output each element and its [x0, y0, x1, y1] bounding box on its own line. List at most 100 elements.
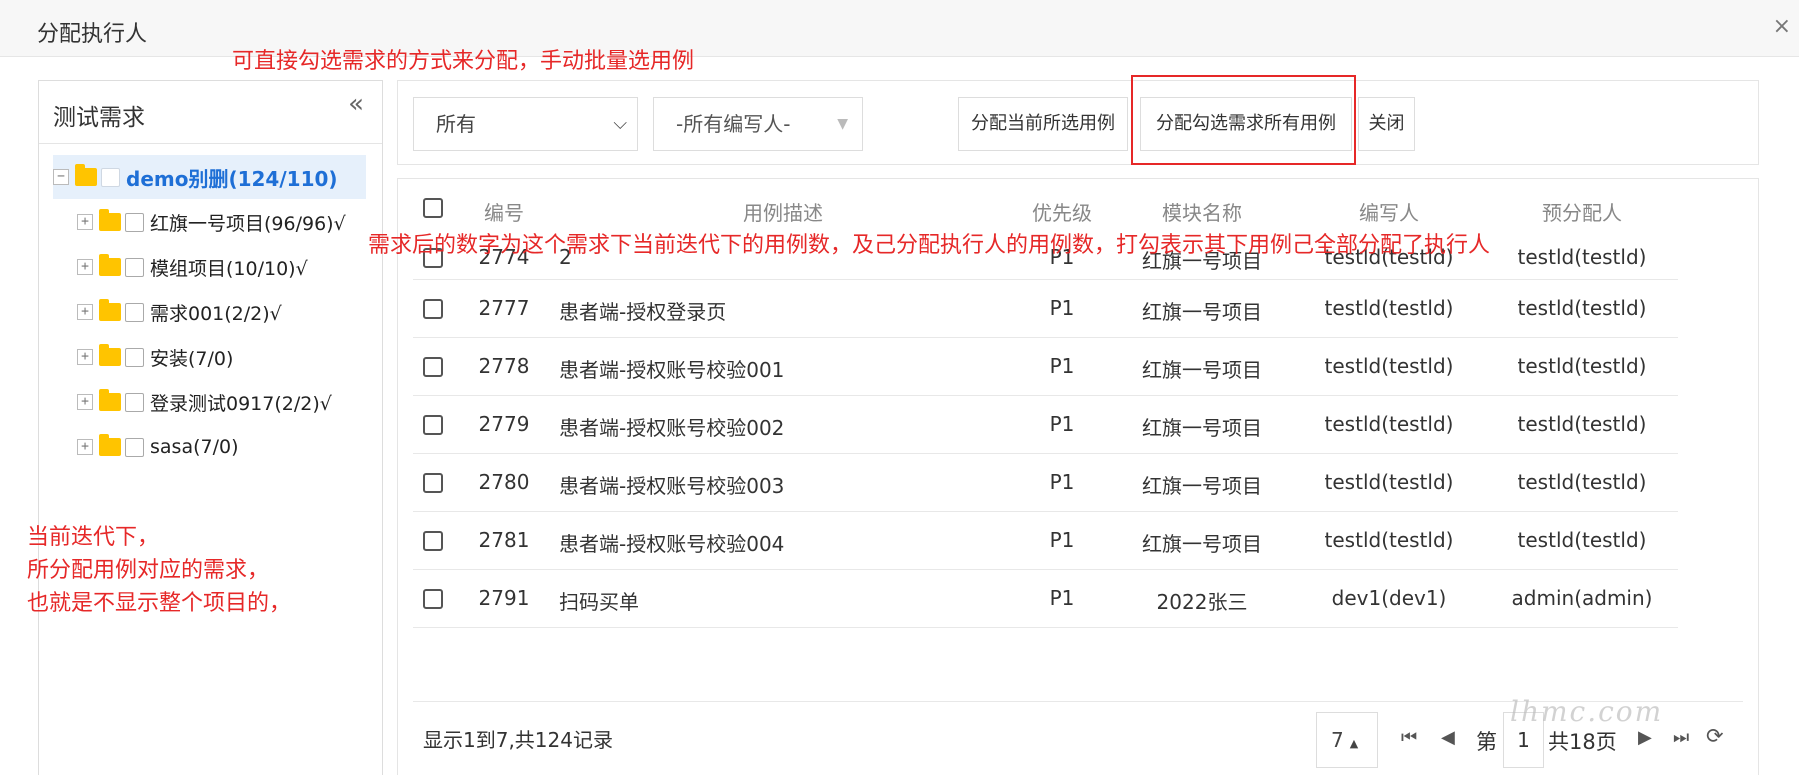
expand-toggle-icon[interactable]: + — [77, 259, 93, 275]
collapse-icon[interactable]: « — [348, 89, 364, 119]
requirements-panel: 测试需求 « − demo别删(124/110) + 红旗一号项目(96/96)… — [38, 80, 383, 775]
row-checkbox[interactable] — [423, 473, 443, 493]
cell-id: 2777 — [478, 296, 530, 320]
folder-icon — [99, 209, 121, 231]
cell-description: 患者端-授权账号校验002 — [559, 416, 785, 440]
folder-icon — [75, 164, 97, 186]
cell-author: testld(testld) — [1324, 528, 1454, 552]
tree-node[interactable]: + 需求001(2/2)√ — [77, 297, 282, 327]
cell-priority: P1 — [1049, 586, 1075, 610]
prev-page-icon[interactable]: ◀ — [1441, 727, 1455, 748]
tree-node-label[interactable]: 安装(7/0) — [150, 344, 233, 371]
caret-up-icon: ▲ — [1349, 737, 1359, 750]
refresh-icon[interactable]: ⟳ — [1706, 724, 1724, 748]
header-author[interactable]: 编写人 — [1359, 197, 1419, 226]
table-row[interactable]: 2779 患者端-授权账号校验002 P1 红旗一号项目 testld(test… — [413, 396, 1678, 454]
cell-preassignee: testld(testld) — [1517, 412, 1647, 436]
close-button[interactable]: 关闭 — [1358, 97, 1415, 151]
tree-node-label[interactable]: sasa(7/0) — [150, 436, 239, 458]
tree-node[interactable]: + 模组项目(10/10)√ — [77, 252, 308, 282]
select-all-checkbox[interactable] — [423, 198, 443, 218]
annotation-left-2: 所分配用例对应的需求， — [27, 558, 270, 583]
folder-icon — [99, 299, 121, 321]
next-page-icon[interactable]: ▶ — [1638, 727, 1652, 748]
toolbar-panel: 所有 ⌵ -所有编写人- ▼ 分配当前所选用例 分配勾选需求所有用例 关闭 — [397, 80, 1759, 165]
cell-preassignee: testld(testld) — [1517, 245, 1647, 269]
header-preassignee[interactable]: 预分配人 — [1542, 197, 1622, 226]
cell-module: 红旗一号项目 — [1142, 300, 1262, 324]
chevron-down-icon: ⌵ — [613, 113, 627, 134]
folder-icon — [99, 434, 121, 456]
tree-node-label[interactable]: 模组项目(10/10)√ — [150, 254, 308, 281]
expand-toggle-icon[interactable]: + — [77, 349, 93, 365]
cell-module: 红旗一号项目 — [1142, 532, 1262, 556]
cell-id: 2778 — [478, 354, 530, 378]
cell-preassignee: admin(admin) — [1511, 586, 1653, 610]
filter-select[interactable]: 所有 ⌵ — [413, 97, 638, 151]
table-row[interactable]: 2780 患者端-授权账号校验003 P1 红旗一号项目 testld(test… — [413, 454, 1678, 512]
tree-node-label[interactable]: demo别删(124/110) — [126, 163, 338, 192]
cell-module: 红旗一号项目 — [1142, 358, 1262, 382]
expand-toggle-icon[interactable]: + — [77, 304, 93, 320]
header-module[interactable]: 模块名称 — [1162, 197, 1242, 226]
annotation-middle: 需求后的数字为这个需求下当前迭代下的用例数，及己分配执行人的用例数，打勾表示其下… — [368, 233, 1491, 258]
tree-node-label[interactable]: 需求001(2/2)√ — [150, 299, 282, 326]
folder-icon — [99, 254, 121, 276]
cell-module: 红旗一号项目 — [1142, 474, 1262, 498]
expand-toggle-icon[interactable]: + — [77, 394, 93, 410]
cell-id: 2781 — [478, 528, 530, 552]
tree-node-label[interactable]: 登录测试0917(2/2)√ — [150, 389, 332, 416]
table-row[interactable]: 2778 患者端-授权账号校验001 P1 红旗一号项目 testld(test… — [413, 338, 1678, 396]
table-row[interactable]: 2777 患者端-授权登录页 P1 红旗一号项目 testld(testld) … — [413, 280, 1678, 338]
last-page-icon[interactable]: ⏭ — [1673, 727, 1689, 748]
tree-node-label[interactable]: 红旗一号项目(96/96)√ — [150, 209, 346, 236]
author-select-value: -所有编写人- — [676, 112, 791, 136]
header-priority[interactable]: 优先级 — [1032, 197, 1092, 226]
collapse-toggle-icon[interactable]: − — [53, 169, 69, 185]
requirements-panel-title: 测试需求 — [53, 105, 145, 131]
cell-priority: P1 — [1049, 528, 1075, 552]
first-page-icon[interactable]: ⏮ — [1401, 727, 1417, 748]
assign-selected-button[interactable]: 分配当前所选用例 — [958, 97, 1128, 151]
tree-node[interactable]: + 安装(7/0) — [77, 342, 233, 372]
tree-checkbox[interactable] — [125, 212, 144, 232]
cell-author: testld(testld) — [1324, 354, 1454, 378]
folder-icon — [99, 344, 121, 366]
record-summary: 显示1到7,共124记录 — [423, 728, 613, 752]
table-row[interactable]: 2781 患者端-授权账号校验004 P1 红旗一号项目 testld(test… — [413, 512, 1678, 570]
cell-description: 扫码买单 — [559, 590, 639, 614]
tree-checkbox[interactable] — [125, 392, 144, 412]
expand-toggle-icon[interactable]: + — [77, 439, 93, 455]
header-id[interactable]: 编号 — [484, 197, 524, 226]
row-checkbox[interactable] — [423, 357, 443, 377]
cell-id: 2779 — [478, 412, 530, 436]
tree-checkbox[interactable] — [125, 257, 144, 277]
author-select[interactable]: -所有编写人- ▼ — [653, 97, 863, 151]
tree-node[interactable]: + 红旗一号项目(96/96)√ — [77, 207, 346, 237]
tree-node-root[interactable]: − demo别删(124/110) — [53, 162, 338, 192]
cell-priority: P1 — [1049, 296, 1075, 320]
tree-checkbox[interactable] — [125, 437, 144, 457]
header-description[interactable]: 用例描述 — [743, 197, 823, 226]
tree-node[interactable]: + sasa(7/0) — [77, 432, 239, 462]
tree-checkbox[interactable] — [125, 347, 144, 367]
watermark: lhmc.com — [1510, 695, 1664, 728]
tree-node[interactable]: + 登录测试0917(2/2)√ — [77, 387, 332, 417]
cell-description: 患者端-授权登录页 — [559, 300, 727, 324]
cell-preassignee: testld(testld) — [1517, 470, 1647, 494]
folder-icon — [99, 389, 121, 411]
tree-checkbox[interactable] — [125, 302, 144, 322]
row-checkbox[interactable] — [423, 299, 443, 319]
table-row[interactable]: 2791 扫码买单 P1 2022张三 dev1(dev1) admin(adm… — [413, 570, 1678, 628]
expand-toggle-icon[interactable]: + — [77, 214, 93, 230]
testcase-table: 编号 用例描述 优先级 模块名称 编写人 预分配人 2774 2 P1 红旗一号… — [397, 178, 1759, 775]
cell-priority: P1 — [1049, 354, 1075, 378]
row-checkbox[interactable] — [423, 415, 443, 435]
page-prefix: 第 — [1476, 730, 1497, 754]
tree-checkbox[interactable] — [101, 167, 120, 187]
row-checkbox[interactable] — [423, 531, 443, 551]
page-size-select[interactable]: 7 ▲ — [1316, 712, 1378, 768]
row-checkbox[interactable] — [423, 589, 443, 609]
close-icon[interactable]: × — [1773, 14, 1791, 39]
panel-divider — [39, 143, 382, 144]
